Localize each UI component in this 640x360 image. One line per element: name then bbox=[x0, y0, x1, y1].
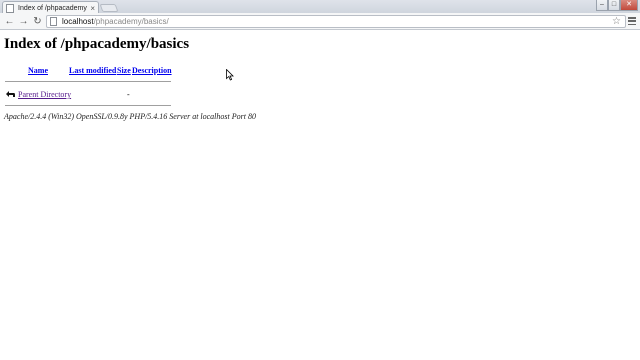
column-header-name[interactable]: Name bbox=[28, 66, 48, 75]
browser-toolbar: ← → ↻ localhost /phpacademy/basics/ ☆ bbox=[0, 13, 640, 30]
browser-titlebar: Index of /phpacademy/basics/ × – □ ✕ bbox=[0, 0, 640, 14]
address-bar[interactable]: localhost /phpacademy/basics/ ☆ bbox=[46, 15, 626, 28]
reload-icon: ↻ bbox=[33, 16, 42, 27]
minimize-button[interactable]: – bbox=[596, 0, 608, 11]
arrow-right-icon: → bbox=[18, 16, 29, 27]
mouse-cursor-icon bbox=[226, 69, 234, 81]
url-path: /phpacademy/basics/ bbox=[93, 17, 169, 26]
reload-button[interactable]: ↻ bbox=[31, 15, 44, 28]
table-divider-bottom bbox=[5, 105, 171, 106]
column-header-description[interactable]: Description bbox=[132, 66, 172, 75]
maximize-button[interactable]: □ bbox=[608, 0, 620, 11]
column-header-size[interactable]: Size bbox=[117, 66, 131, 75]
page-favicon-icon bbox=[6, 3, 14, 13]
tab-title: Index of /phpacademy/basics/ bbox=[18, 4, 87, 12]
arrow-left-icon: ← bbox=[4, 16, 15, 27]
parent-directory-size: - bbox=[127, 90, 130, 99]
url-host: localhost bbox=[62, 17, 94, 26]
table-divider-top bbox=[5, 81, 171, 82]
forward-button[interactable]: → bbox=[17, 15, 30, 28]
back-button[interactable]: ← bbox=[3, 15, 16, 28]
close-window-button[interactable]: ✕ bbox=[620, 0, 638, 11]
back-folder-icon bbox=[6, 91, 15, 97]
page-icon bbox=[50, 17, 57, 26]
server-signature: Apache/2.4.4 (Win32) OpenSSL/0.9.8y PHP/… bbox=[4, 112, 256, 121]
window-controls: – □ ✕ bbox=[596, 0, 638, 11]
page-title: Index of /phpacademy/basics bbox=[4, 36, 190, 52]
close-tab-icon[interactable]: × bbox=[90, 3, 95, 14]
bookmark-star-icon[interactable]: ☆ bbox=[612, 16, 621, 28]
page-content: Index of /phpacademy/basics Name Last mo… bbox=[0, 31, 640, 360]
column-header-last-modified[interactable]: Last modified bbox=[69, 66, 116, 75]
parent-directory-link[interactable]: Parent Directory bbox=[18, 90, 71, 99]
hamburger-menu-icon[interactable] bbox=[628, 17, 636, 25]
new-tab-button[interactable] bbox=[99, 4, 119, 12]
